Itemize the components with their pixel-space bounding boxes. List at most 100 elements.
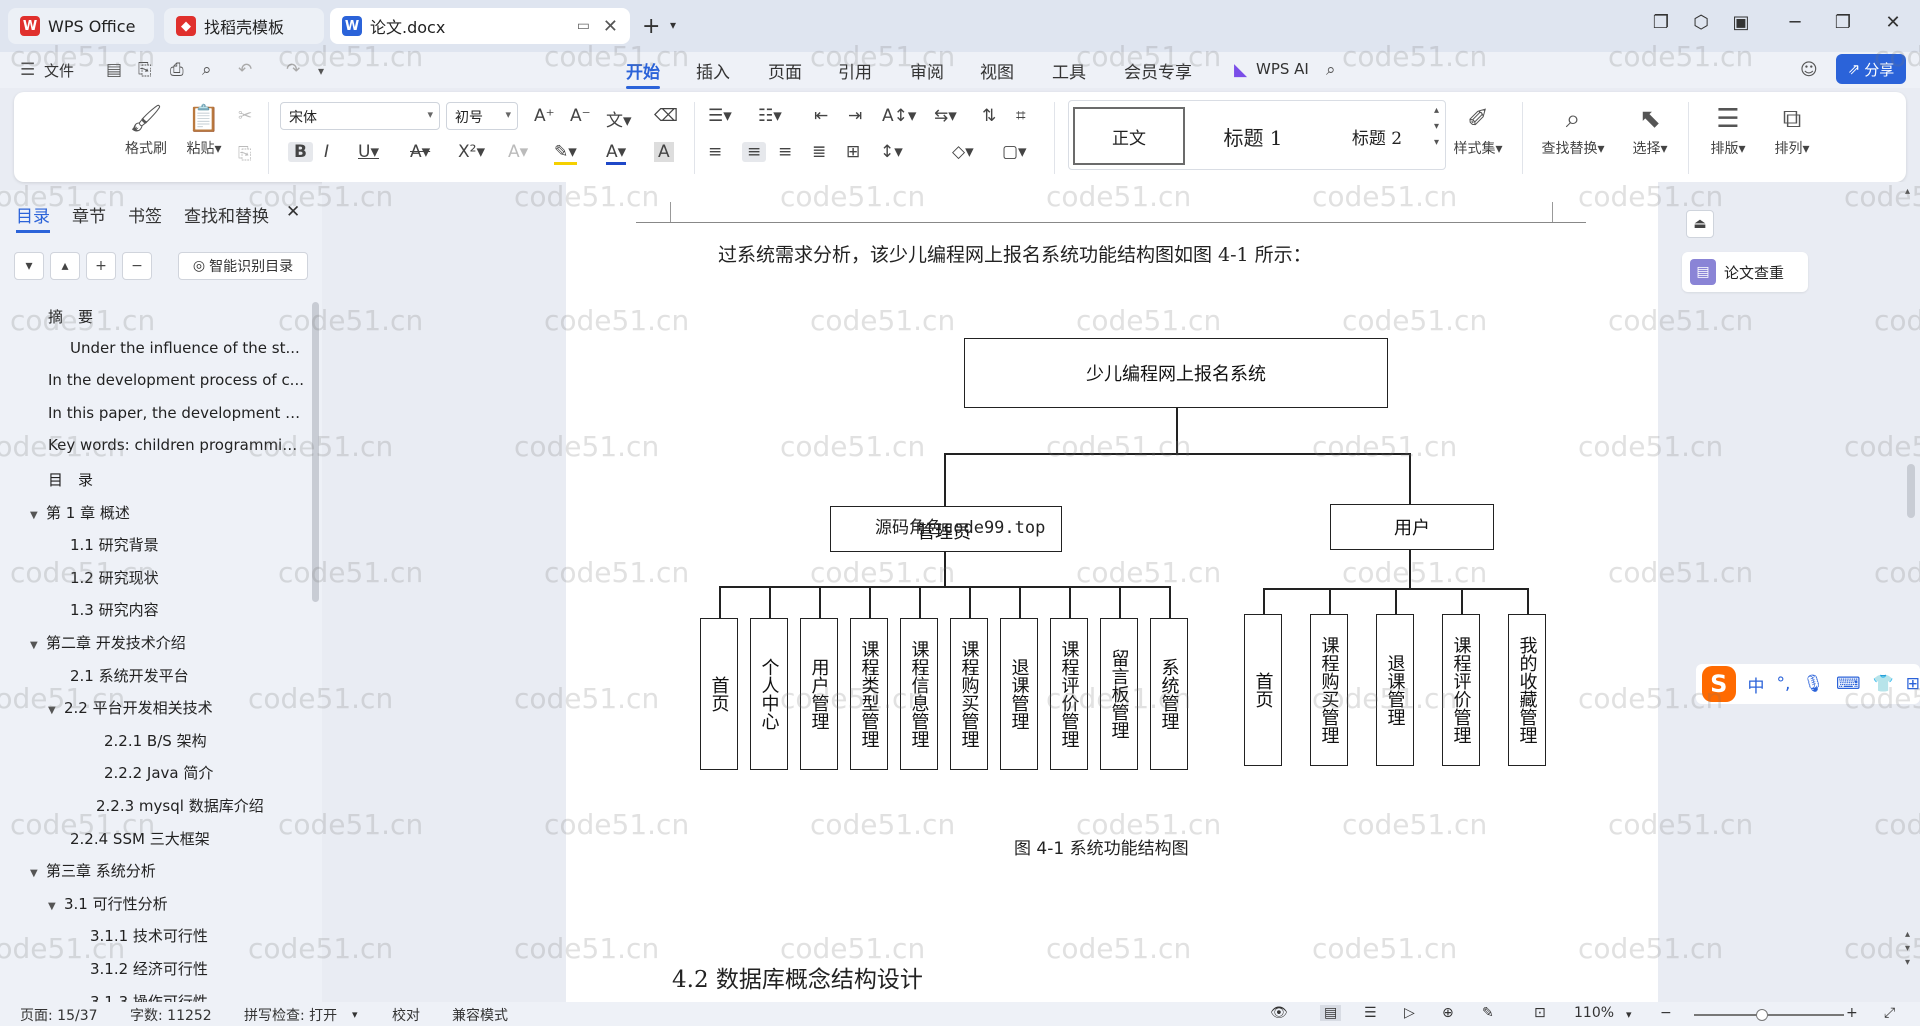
justify-icon[interactable]: ≣ (812, 142, 826, 162)
menu-member[interactable]: 会员专享 (1124, 58, 1192, 83)
cut-icon[interactable]: ✂ (238, 106, 252, 126)
tab-document[interactable]: W 论文.docx ▭ ✕ (330, 8, 630, 44)
highlight-icon[interactable]: ✎▾ (554, 142, 577, 165)
ime-language-toggle[interactable]: 中 (1748, 672, 1765, 697)
toc-item[interactable]: In this paper, the development b... (48, 404, 306, 422)
close-icon[interactable]: ✕ (286, 202, 300, 222)
export-icon[interactable]: ⎘ (138, 60, 152, 80)
sidebar-tab-chapters[interactable]: 章节 (72, 202, 106, 227)
monitor-icon[interactable]: ▭ (577, 18, 590, 34)
spell-check-toggle[interactable]: 拼写检查: 打开 (244, 1005, 337, 1025)
expand-up-button[interactable]: ▴ (50, 252, 80, 280)
menu-page[interactable]: 页面 (768, 58, 802, 83)
chat-icon[interactable]: ☺ (1800, 60, 1818, 80)
fullscreen-icon[interactable]: ⤢ (1884, 1005, 1895, 1021)
document-page[interactable]: 过系统需求分析，该少儿编程网上报名系统功能结构图如图 4-1 所示： 少儿编程网… (566, 182, 1658, 1002)
toc-item[interactable]: 2.2.3 mysql 数据库介绍 (96, 795, 306, 816)
word-count[interactable]: 字数: 11252 (130, 1005, 212, 1025)
find-replace-button[interactable]: ⌕ 查找替换▾ (1534, 104, 1612, 158)
toc-item[interactable]: ▼ 第三章 系统分析 (30, 860, 306, 881)
search-icon[interactable]: ⌕ (1326, 60, 1336, 80)
menu-file[interactable]: 文件 (44, 60, 74, 81)
zoom-level[interactable]: 110% (1574, 1005, 1614, 1021)
bullet-list-icon[interactable]: ☰▾ (708, 106, 732, 126)
sogou-logo-icon[interactable]: S (1702, 666, 1736, 702)
increase-indent-icon[interactable]: ⇥ (848, 106, 862, 126)
undo-icon[interactable]: ↶ (238, 60, 252, 80)
font-color-icon[interactable]: A▾ (606, 142, 627, 165)
distribute-icon[interactable]: ⊞ (846, 142, 860, 162)
zoom-slider[interactable] (1694, 1014, 1844, 1016)
grow-font-icon[interactable]: A⁺ (534, 106, 555, 126)
sidebar-tab-find-replace[interactable]: 查找和替换 (184, 202, 269, 227)
arrange-button[interactable]: ⧉ 排列▾ (1764, 104, 1820, 158)
toc-item[interactable]: 1.1 研究背景 (70, 534, 306, 555)
remove-heading-button[interactable]: − (122, 252, 152, 280)
toc-item[interactable]: 2.2.2 Java 简介 (104, 762, 306, 783)
zoom-out-icon[interactable]: − (1660, 1005, 1672, 1021)
page-view-icon[interactable]: ▤ (1320, 1005, 1342, 1021)
toc-item[interactable]: 目 录 (48, 469, 306, 490)
sidebar-tab-bookmarks[interactable]: 书签 (128, 202, 162, 227)
pen-icon[interactable]: ✎ (1482, 1005, 1494, 1021)
underline-icon[interactable]: U▾ (358, 142, 379, 162)
proofread-button[interactable]: 校对 (392, 1005, 420, 1025)
border-icon[interactable]: ▢▾ (1002, 142, 1027, 162)
add-heading-button[interactable]: + (86, 252, 116, 280)
clear-format-icon[interactable]: ⌫ (654, 106, 678, 126)
menu-insert[interactable]: 插入 (696, 58, 730, 83)
paste-button[interactable]: 📋 粘贴▾ (176, 104, 232, 158)
style-normal[interactable]: 正文 (1073, 107, 1185, 165)
restore-icon[interactable]: ❐ (1828, 12, 1858, 33)
strikethrough-icon[interactable]: A▾ (410, 142, 430, 162)
close-window-icon[interactable]: ✕ (1878, 12, 1908, 33)
toc-item[interactable]: 1.2 研究现状 (70, 567, 306, 588)
menu-wps-ai[interactable]: WPS AI (1256, 60, 1309, 78)
outline-view-icon[interactable]: ☰ (1364, 1005, 1377, 1021)
toc-item[interactable]: 2.2.1 B/S 架构 (104, 730, 306, 751)
expand-arrow-icon[interactable]: ▼ (30, 510, 46, 521)
menu-home[interactable]: 开始 (626, 58, 660, 89)
font-size-select[interactable]: 初号 ▾ (446, 102, 518, 130)
sort-icon[interactable]: ⇅ (982, 106, 996, 126)
expand-arrow-icon[interactable]: ▼ (48, 901, 64, 912)
gallery-scroll-icon[interactable]: ▴ ▾ ▾ (1434, 103, 1439, 151)
expand-arrow-icon[interactable]: ▼ (30, 640, 46, 651)
tab-wps-office[interactable]: W WPS Office (8, 8, 154, 44)
style-heading-1[interactable]: 标题 1 (1197, 107, 1309, 165)
align-center-icon[interactable]: ≡ (742, 142, 767, 162)
layout-button[interactable]: ☰ 排版▾ (1700, 104, 1756, 158)
menu-references[interactable]: 引用 (838, 58, 872, 83)
scroll-down-icon[interactable]: ▴ ▾ ▾ (1905, 928, 1910, 970)
collapse-all-button[interactable]: ▾ (14, 252, 44, 280)
collapse-panel-button[interactable]: ⏏ (1686, 210, 1714, 238)
bold-icon[interactable]: B (288, 142, 313, 162)
skin-icon[interactable]: 👕 (1873, 674, 1894, 694)
toc-item[interactable]: ▼ 第 1 章 概述 (30, 502, 306, 523)
sidebar-tab-toc[interactable]: 目录 (16, 202, 50, 233)
align-right-icon[interactable]: ≡ (778, 142, 792, 162)
select-button[interactable]: ⬉ 选择▾ (1622, 104, 1678, 158)
fit-page-icon[interactable]: ⊡ (1534, 1005, 1546, 1021)
italic-icon[interactable]: I (324, 142, 329, 162)
chevron-down-icon[interactable]: ▾ (670, 18, 676, 32)
char-shading-icon[interactable]: A (654, 142, 674, 162)
toc-item[interactable]: 3.1.1 技术可行性 (90, 925, 306, 946)
eye-protection-icon[interactable]: 👁 (1270, 1005, 1288, 1021)
shrink-font-icon[interactable]: A⁻ (570, 106, 591, 126)
toc-item[interactable]: Under the influence of the st... (70, 339, 306, 357)
expand-arrow-icon[interactable]: ▼ (48, 705, 64, 716)
align-left-icon[interactable]: ≡ (708, 142, 722, 162)
show-marks-icon[interactable]: ⌗ (1016, 106, 1026, 126)
numbered-list-icon[interactable]: ☷▾ (758, 106, 782, 126)
sidebar-scrollbar[interactable] (312, 302, 319, 602)
hamburger-icon[interactable]: ☰ (20, 60, 35, 80)
style-heading-2[interactable]: 标题 2 (1321, 107, 1433, 165)
copy-icon[interactable]: ⎘ (238, 144, 252, 164)
window-switch-icon[interactable]: ❐ (1646, 12, 1676, 33)
web-view-icon[interactable]: ⊕ (1442, 1005, 1454, 1021)
zoom-slider-handle[interactable] (1756, 1009, 1768, 1021)
toc-item[interactable]: 1.3 研究内容 (70, 599, 306, 620)
scroll-thumb[interactable] (1907, 464, 1915, 518)
convert-icon[interactable]: ⇆▾ (934, 106, 957, 126)
